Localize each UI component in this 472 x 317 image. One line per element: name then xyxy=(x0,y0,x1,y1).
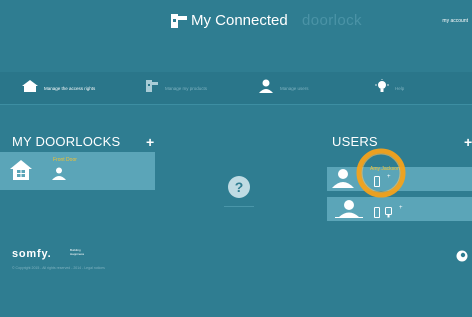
nav-item-access-rights[interactable]: Manage the access rights xyxy=(22,72,95,104)
user-avatar-icon xyxy=(335,198,363,223)
scroll-top-icon[interactable] xyxy=(456,249,468,262)
copyright-text: © Copyright 2015 - All rights reserved -… xyxy=(12,266,105,270)
nav-label-help: Help xyxy=(395,85,405,91)
app-title: My Connected xyxy=(191,12,288,29)
nav-label-access-rights: Manage the access rights xyxy=(44,85,96,91)
help-divider xyxy=(224,206,254,207)
tutorial-highlight-ring xyxy=(355,147,407,199)
my-account-link[interactable]: my account xyxy=(442,18,468,24)
phone-icon xyxy=(374,205,380,223)
house-icon xyxy=(22,79,38,97)
somfy-tagline: Building Happiness xyxy=(70,248,85,256)
tagline-line-2: Happiness xyxy=(70,251,85,256)
app-brand: doorlock xyxy=(302,12,362,29)
nav-label-users: Manage users xyxy=(280,85,309,91)
nav-item-products[interactable]: Manage my products xyxy=(145,72,207,104)
add-access-button[interactable]: + xyxy=(399,205,403,211)
nav-divider xyxy=(0,104,472,105)
nav-item-help[interactable]: Help xyxy=(375,72,404,104)
house-icon xyxy=(10,160,32,185)
somfy-logo: somfy. xyxy=(12,248,52,260)
lightbulb-icon xyxy=(375,78,389,98)
doorlock-name: Front Door xyxy=(53,157,77,163)
help-button[interactable]: ? xyxy=(228,176,250,198)
keyfob-icon xyxy=(385,205,392,223)
doorlocks-section-title: MY DOORLOCKS xyxy=(12,134,121,149)
add-doorlock-button[interactable]: + xyxy=(146,135,154,149)
doorlock-icon xyxy=(145,79,159,98)
user-avatar-icon xyxy=(332,168,354,193)
doorlock-logo-icon xyxy=(170,12,188,30)
nav-item-users[interactable]: Manage users xyxy=(258,72,309,104)
add-user-button[interactable]: + xyxy=(464,135,472,149)
user-icon xyxy=(52,167,66,185)
user-icon xyxy=(258,79,274,98)
main-nav: Manage the access rights Manage my produ… xyxy=(0,72,472,104)
nav-label-products: Manage my products xyxy=(165,85,208,91)
